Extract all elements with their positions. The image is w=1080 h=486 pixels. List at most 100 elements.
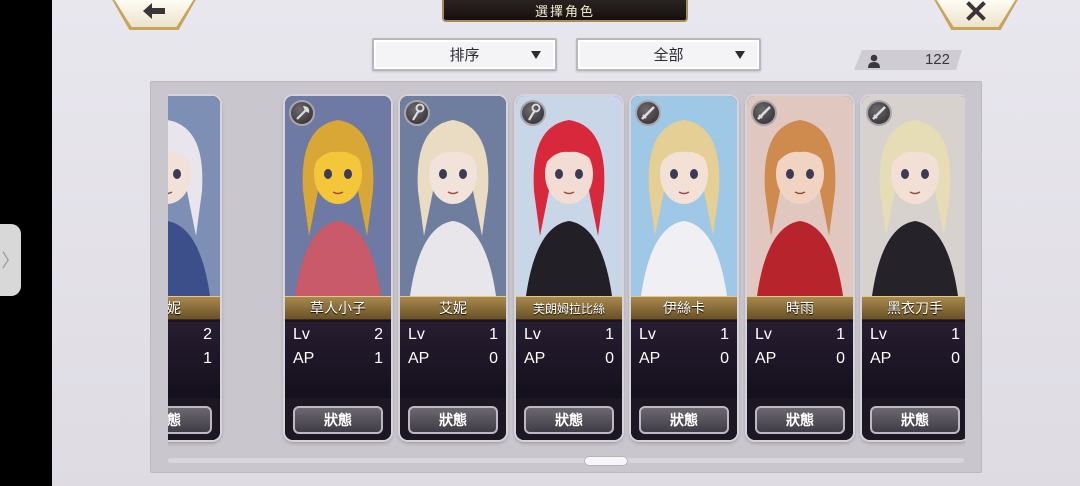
chevron-right-icon: 〉 (1, 251, 20, 272)
character-name: 時雨 (786, 301, 814, 317)
level-value: 2 (203, 326, 212, 343)
ap-value: 1 (203, 350, 212, 367)
filter-dropdown-label: 全部 (653, 46, 684, 64)
level-row: Lv 2 (168, 326, 212, 348)
level-row: Lv 1 (408, 326, 498, 348)
character-name-plate: 時雨 (747, 296, 853, 320)
status-button[interactable]: 狀態 (870, 406, 960, 434)
user-icon (868, 53, 880, 67)
character-stats: Lv 1 AP 0 (400, 322, 506, 398)
ap-row: AP 1 (168, 350, 212, 372)
level-value: 1 (836, 326, 845, 343)
level-label: Lv (639, 326, 656, 343)
status-button-label: 狀態 (901, 413, 929, 429)
character-name: 黑衣刀手 (887, 301, 943, 317)
back-button[interactable] (110, 0, 198, 30)
sword-icon (635, 100, 661, 126)
ap-value: 0 (951, 350, 960, 367)
character-name: 草人小子 (310, 301, 366, 317)
character-card[interactable]: 草人小子 Lv 2 AP 1 狀態 (285, 96, 391, 440)
ap-row: AP 0 (755, 350, 845, 372)
character-portrait (747, 96, 853, 296)
status-button-label: 狀態 (786, 413, 814, 429)
character-portrait (400, 96, 506, 296)
sword-icon (751, 100, 777, 126)
side-drawer-handle[interactable]: 〉 (0, 224, 21, 296)
level-value: 1 (605, 326, 614, 343)
ap-row: AP 0 (870, 350, 960, 372)
level-label: Lv (755, 326, 772, 343)
character-select-screen: 選擇角色 排序 全部 122 …妮 (52, 0, 1080, 486)
character-name-plate: 草人小子 (285, 296, 391, 320)
ap-value: 0 (605, 350, 614, 367)
character-card-strip[interactable]: …妮 Lv 2 AP 1 狀態 草人小子 (168, 92, 965, 448)
status-button-label: 狀態 (670, 413, 698, 429)
character-card[interactable]: 黑衣刀手 Lv 1 AP 0 狀態 (862, 96, 965, 440)
ap-value: 1 (374, 350, 383, 367)
level-row: Lv 2 (293, 326, 383, 348)
chevron-down-icon (531, 51, 541, 59)
ap-value: 0 (720, 350, 729, 367)
character-portrait (168, 96, 220, 296)
character-portrait (631, 96, 737, 296)
ap-row: AP 0 (408, 350, 498, 372)
level-row: Lv 1 (755, 326, 845, 348)
character-name: 伊絲卡 (663, 301, 705, 317)
ap-label: AP (524, 350, 546, 367)
level-label: Lv (293, 326, 310, 343)
character-card[interactable]: 艾妮 Lv 1 AP 0 狀態 (400, 96, 506, 440)
status-button-label: 狀態 (439, 413, 467, 429)
filter-dropdown[interactable]: 全部 (576, 38, 761, 71)
character-stats: Lv 1 AP 0 (862, 322, 965, 398)
scroll-thumb[interactable] (584, 456, 628, 466)
ap-value: 0 (489, 350, 498, 367)
character-name: 艾妮 (439, 301, 467, 317)
status-button[interactable]: 狀態 (408, 406, 498, 434)
character-stats: Lv 2 AP 1 (285, 322, 391, 398)
ap-value: 0 (836, 350, 845, 367)
status-button[interactable]: 狀態 (755, 406, 845, 434)
status-button[interactable]: 狀態 (168, 406, 212, 434)
ap-label: AP (408, 350, 430, 367)
character-stats: Lv 1 AP 0 (747, 322, 853, 398)
character-name-plate: 伊絲卡 (631, 296, 737, 320)
character-card[interactable]: 芙朗姆拉比絲 Lv 1 AP 0 狀態 (516, 96, 622, 440)
ap-row: AP 0 (524, 350, 614, 372)
scroll-track[interactable] (168, 458, 964, 463)
status-button[interactable]: 狀態 (524, 406, 614, 434)
level-row: Lv 1 (870, 326, 960, 348)
character-name-plate: 芙朗姆拉比絲 (516, 296, 622, 320)
arrow-left-icon (110, 0, 198, 26)
character-stats: Lv 2 AP 1 (168, 322, 220, 398)
character-card[interactable]: 伊絲卡 Lv 1 AP 0 狀態 (631, 96, 737, 440)
character-name-plate: 黑衣刀手 (862, 296, 965, 320)
status-button[interactable]: 狀態 (639, 406, 729, 434)
character-card[interactable]: 時雨 Lv 1 AP 0 狀態 (747, 96, 853, 440)
level-row: Lv 1 (639, 326, 729, 348)
ap-label: AP (870, 350, 892, 367)
status-button-label: 狀態 (168, 413, 181, 429)
status-button-label: 狀態 (555, 413, 583, 429)
level-value: 1 (720, 326, 729, 343)
level-label: Lv (524, 326, 541, 343)
screen-title-bar: 選擇角色 (442, 0, 688, 22)
ap-label: AP (755, 350, 777, 367)
character-stats: Lv 1 AP 0 (631, 322, 737, 398)
level-value: 2 (374, 326, 383, 343)
ap-label: AP (293, 350, 315, 367)
character-name-plate: …妮 (168, 296, 220, 320)
level-row: Lv 1 (524, 326, 614, 348)
sort-dropdown[interactable]: 排序 (372, 38, 557, 71)
level-value: 1 (489, 326, 498, 343)
character-card[interactable]: …妮 Lv 2 AP 1 狀態 (168, 96, 220, 440)
roster-count-badge: 122 (854, 50, 962, 70)
level-label: Lv (408, 326, 425, 343)
axe-icon (289, 100, 315, 126)
level-value: 1 (951, 326, 960, 343)
close-button[interactable] (932, 0, 1020, 30)
sort-dropdown-label: 排序 (449, 46, 480, 64)
status-button[interactable]: 狀態 (293, 406, 383, 434)
sword-icon (866, 100, 892, 126)
close-icon (932, 0, 1020, 26)
character-stats: Lv 1 AP 0 (516, 322, 622, 398)
